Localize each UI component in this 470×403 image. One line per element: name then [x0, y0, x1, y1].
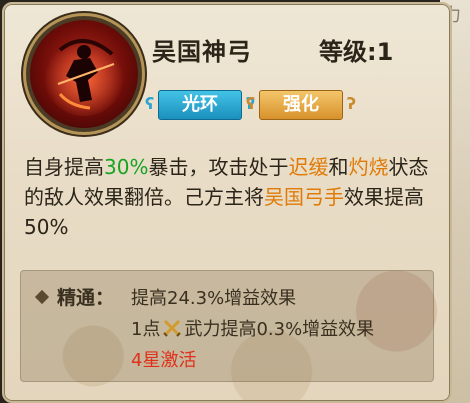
tag-enhance-label: 强化 — [283, 94, 319, 115]
mastery-line-2: 1点 武力提高0.3%增益效果 — [131, 315, 374, 341]
desc-text: 和 — [328, 155, 349, 179]
tag-curl-left-icon: ʕ — [246, 94, 256, 113]
game-scene: 武力 81 吴国神弓 等级:1 ʕ — [0, 0, 470, 403]
mastery-line-2-suffix: 武力提高0.3%增益效果 — [184, 319, 375, 340]
skill-icon — [26, 16, 142, 132]
desc-text: 自身提高 — [24, 155, 104, 179]
archer-silhouette-icon — [44, 36, 124, 116]
mastery-line-1: 提高24.3%增益效果 — [131, 288, 297, 309]
tag-aura-label: 光环 — [182, 94, 218, 115]
mastery-box: 精通： 提高24.3%增益效果 1点 武力提高0.3%增益效果 4星激活 — [20, 270, 434, 382]
diamond-bullet-icon — [34, 289, 50, 305]
tag-curl-left-icon: ʕ — [145, 94, 155, 113]
mastery-activation: 4星激活 — [131, 350, 197, 371]
mastery-title: 精通： — [57, 287, 115, 309]
tag-aura: ʕ 光环 ʔ — [145, 90, 255, 120]
desc-status-slow: 迟缓 — [288, 155, 329, 179]
desc-text: 暴击，攻击处于 — [148, 155, 289, 179]
mastery-line-2-prefix: 1点 — [131, 319, 161, 340]
tag-curl-right-icon: ʔ — [346, 94, 356, 113]
tag-enhance: ʕ 强化 ʔ — [246, 90, 356, 120]
crossed-swords-icon — [162, 318, 182, 338]
desc-status-burn: 灼烧 — [348, 155, 389, 179]
skill-tooltip-panel: 吴国神弓 等级:1 ʕ 光环 ʔ ʕ 强化 ʔ 自身提高30%暴击，攻击处于迟缓… — [2, 2, 452, 403]
desc-unit-name: 吴国弓手 — [264, 185, 344, 209]
desc-crit-value: 30% — [104, 155, 149, 179]
skill-level: 等级:1 — [319, 38, 394, 66]
skill-description: 自身提高30%暴击，攻击处于迟缓和灼烧状态的敌人效果翻倍。己方主将吴国弓手效果提… — [24, 152, 439, 242]
skill-name: 吴国神弓 — [152, 38, 252, 66]
